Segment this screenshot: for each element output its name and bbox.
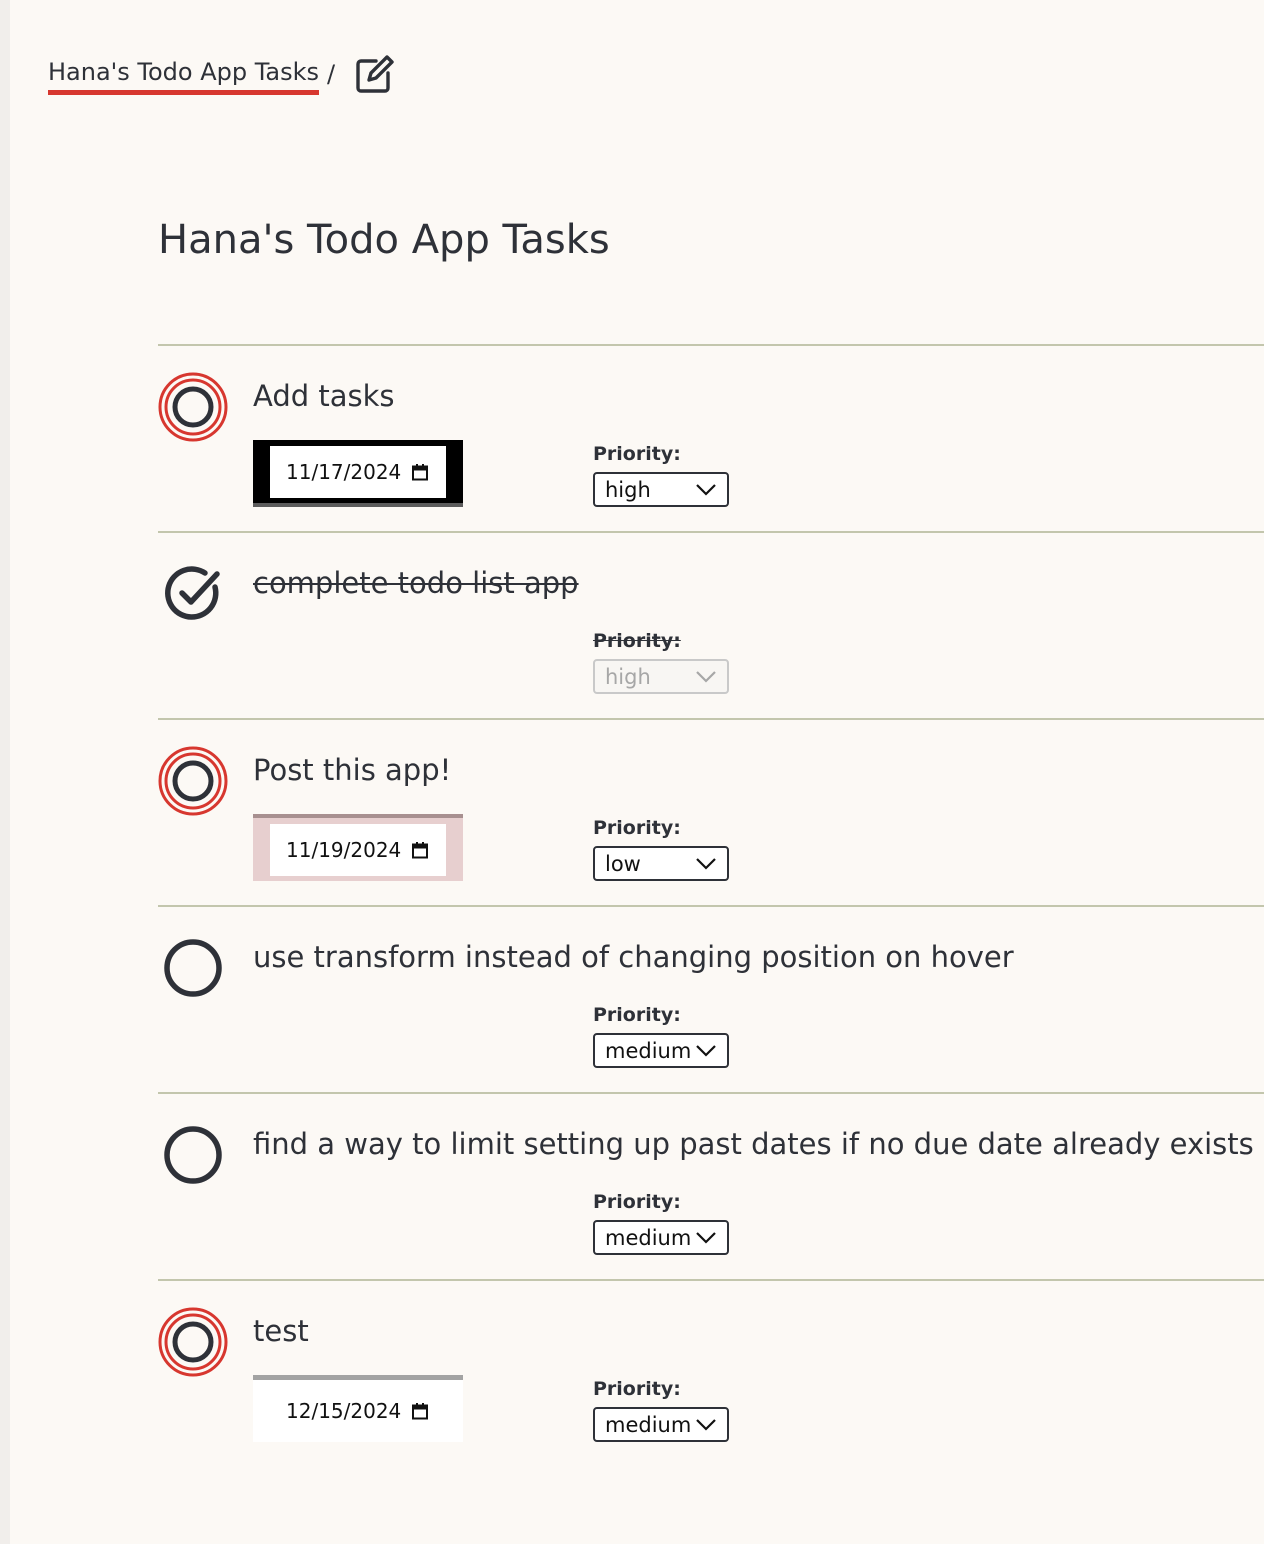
priority-select[interactable]: medium — [593, 1407, 729, 1442]
due-date-value: 12/15/2024 — [286, 1399, 402, 1423]
priority-select[interactable]: high — [593, 472, 729, 507]
task-title[interactable]: complete todo list app — [253, 563, 579, 603]
breadcrumb-separator: / — [327, 60, 336, 88]
chevron-down-icon — [696, 1231, 716, 1244]
priority-label: Priority: — [593, 1004, 681, 1026]
priority-label: Priority: — [593, 1378, 681, 1400]
task-title[interactable]: use transform instead of changing positi… — [253, 937, 1014, 977]
task-item: use transform instead of changing positi… — [158, 907, 1264, 1094]
calendar-icon[interactable] — [411, 841, 429, 859]
breadcrumb-link-list[interactable]: Hana's Todo App Tasks — [48, 54, 320, 95]
due-date-value: 11/17/2024 — [286, 459, 402, 484]
priority-value: medium — [605, 1038, 692, 1063]
task-title[interactable]: test — [253, 1311, 309, 1351]
chevron-down-icon — [696, 857, 716, 870]
task-title[interactable]: Post this app! — [253, 750, 451, 790]
priority-block: Priority: medium — [593, 1190, 729, 1255]
priority-value: medium — [605, 1412, 692, 1437]
task-title[interactable]: find a way to limit setting up past date… — [253, 1124, 1254, 1164]
ring-red-circle-icon — [158, 1307, 228, 1377]
ring-red-circle-icon — [158, 746, 228, 816]
task-complete-toggle[interactable] — [158, 1307, 228, 1377]
due-date-input[interactable]: 11/17/2024 — [270, 445, 446, 498]
task-item: find a way to limit setting up past date… — [158, 1094, 1264, 1281]
priority-select[interactable]: low — [593, 846, 729, 881]
priority-select[interactable]: medium — [593, 1033, 729, 1068]
calendar-icon[interactable] — [411, 1402, 429, 1420]
left-edge-strip — [0, 0, 10, 1544]
due-date-wrapper: 12/15/2024 — [253, 1375, 463, 1442]
priority-select[interactable]: medium — [593, 1220, 729, 1255]
priority-value: high — [605, 664, 651, 689]
priority-block: Priority: high — [593, 629, 729, 694]
priority-label: Priority: — [593, 630, 681, 652]
priority-value: medium — [605, 1225, 692, 1250]
ring-red-circle-icon — [158, 372, 228, 442]
task-complete-toggle[interactable] — [158, 372, 228, 442]
empty-circle-icon — [164, 1126, 222, 1184]
check-circle-icon — [165, 566, 220, 620]
priority-select[interactable]: high — [593, 659, 729, 694]
priority-block: Priority: medium — [593, 1377, 729, 1442]
task-complete-toggle[interactable] — [158, 746, 228, 816]
task-list: Add tasks 11/17/2024 Priority: high comp… — [158, 344, 1264, 1468]
chevron-down-icon — [696, 1418, 716, 1431]
edit-icon[interactable] — [353, 52, 397, 96]
task-complete-toggle[interactable] — [158, 559, 228, 629]
priority-label: Priority: — [593, 1191, 681, 1213]
priority-value: high — [605, 477, 651, 502]
due-date-wrapper: 11/19/2024 — [253, 814, 463, 881]
chevron-down-icon — [696, 670, 716, 683]
chevron-down-icon — [696, 1044, 716, 1057]
task-title[interactable]: Add tasks — [253, 376, 395, 416]
due-date-input[interactable]: 11/19/2024 — [270, 823, 446, 876]
task-item: Post this app! 11/19/2024 Priority: low — [158, 720, 1264, 907]
priority-label: Priority: — [593, 443, 681, 465]
priority-block: Priority: high — [593, 442, 729, 507]
priority-block: Priority: low — [593, 816, 729, 881]
due-date-wrapper: 11/17/2024 — [253, 440, 463, 507]
priority-value: low — [605, 851, 641, 876]
task-item: test 12/15/2024 Priority: medium — [158, 1281, 1264, 1468]
task-complete-toggle[interactable] — [158, 933, 228, 1003]
due-date-value: 11/19/2024 — [286, 837, 402, 862]
task-item: complete todo list app Priority: high — [158, 533, 1264, 720]
priority-block: Priority: medium — [593, 1003, 729, 1068]
breadcrumb: Hana's Todo App Tasks / — [48, 52, 397, 96]
task-complete-toggle[interactable] — [158, 1120, 228, 1190]
calendar-icon[interactable] — [411, 463, 429, 481]
page-title: Hana's Todo App Tasks — [158, 217, 610, 263]
priority-label: Priority: — [593, 817, 681, 839]
due-date-input[interactable]: 12/15/2024 — [270, 1385, 446, 1437]
empty-circle-icon — [164, 939, 222, 997]
task-item: Add tasks 11/17/2024 Priority: high — [158, 346, 1264, 533]
chevron-down-icon — [696, 483, 716, 496]
